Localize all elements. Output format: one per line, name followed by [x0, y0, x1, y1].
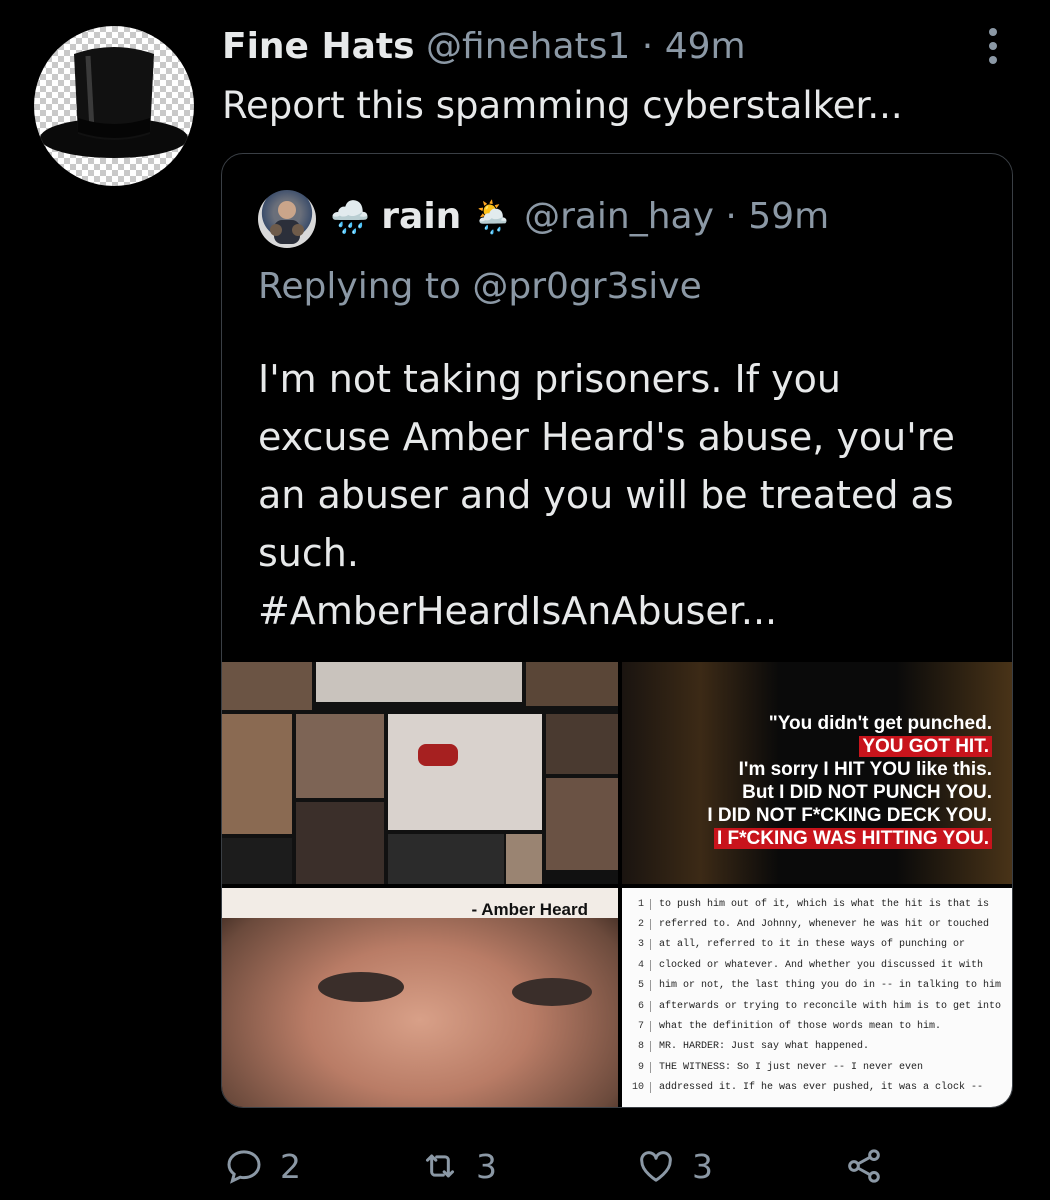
tweet-header: Fine Hats @finehats1 · 49m: [222, 26, 746, 67]
quoted-text-line: excuse Amber Heard's abuse, you're: [258, 415, 955, 459]
transcript-line-text: addressed it. If he was ever pushed, it …: [659, 1082, 984, 1094]
transcript-line-text: referred to. And Johnny, whenever he was…: [659, 919, 990, 931]
quoted-time: 59m: [748, 196, 830, 237]
transcript-line: 9 THE WITNESS: So I just never -- I neve…: [622, 1057, 1012, 1077]
transcript-line: 2 referred to. And Johnny, whenever he wa…: [622, 914, 1012, 934]
quoted-text: I'm not taking prisoners. If you excuse …: [258, 350, 998, 640]
transcript-line-text: MR. HARDER: Just say what happened.: [659, 1041, 870, 1053]
more-icon[interactable]: [980, 24, 1006, 68]
tweet-time[interactable]: 49m: [665, 26, 746, 67]
quoted-author-name: rain: [381, 196, 462, 237]
reply-button[interactable]: 2: [224, 1140, 301, 1192]
transcript-line-text: to push him out of it, which is what the…: [659, 898, 990, 910]
transcript-line-text: afterwards or trying to reconcile with h…: [659, 1000, 1002, 1012]
quoted-text-line: such.: [258, 531, 359, 575]
transcript-line-number: 9: [622, 1061, 651, 1073]
transcript-line: 5 him or not, the last thing you do in --…: [622, 976, 1012, 996]
transcript-line-number: 8: [622, 1041, 651, 1053]
transcript-line: 7 what the definition of those words mean…: [622, 1016, 1012, 1036]
transcript-line-text: clocked or whatever. And whether you dis…: [659, 959, 984, 971]
separator-dot: ·: [641, 26, 654, 67]
like-count: 3: [692, 1146, 713, 1186]
transcript-line-number: 10: [622, 1082, 651, 1094]
sun-rain-cloud-icon: 🌦️: [472, 198, 513, 236]
reply-icon: [227, 1150, 261, 1184]
transcript-line-number: 2: [622, 919, 651, 931]
transcript-line: 3 at all, referred to it in these ways of…: [622, 935, 1012, 955]
retweet-button[interactable]: 3: [420, 1140, 497, 1192]
transcript-line-number: 6: [622, 1000, 651, 1012]
transcript-line-number: 4: [622, 959, 651, 971]
media-image-collage[interactable]: [222, 662, 618, 884]
transcript-line-text: THE WITNESS: So I just never -- I never …: [659, 1061, 924, 1073]
retweet-icon: [426, 1154, 454, 1178]
action-bar: 2 3 3: [224, 1140, 1004, 1192]
transcript-line-text: him or not, the last thing you do in -- …: [659, 980, 1002, 992]
transcript-line-number: 5: [622, 980, 651, 992]
transcript-line-text: at all, referred to it in these ways of …: [659, 939, 966, 951]
transcript-line-number: 7: [622, 1021, 651, 1033]
quoted-text-line: I'm not taking prisoners. If you: [258, 357, 841, 401]
rain-cloud-icon: 🌧️: [330, 198, 370, 236]
media-image-face[interactable]: - Amber Heard: [222, 888, 618, 1107]
transcript-line-number: 3: [622, 939, 651, 951]
transcript-line-text: what the definition of those words mean …: [659, 1021, 942, 1033]
quoted-tweet[interactable]: 🌧️ rain 🌦️ @rain_hay · 59m Replying to @…: [221, 153, 1013, 1108]
transcript-line: 4 clocked or whatever. And whether you di…: [622, 955, 1012, 975]
transcript-line-number: 1: [622, 898, 651, 910]
quoted-header: 🌧️ rain 🌦️ @rain_hay · 59m: [330, 196, 829, 237]
reply-count: 2: [280, 1146, 301, 1186]
transcript-line: 6 afterwards or trying to reconcile with …: [622, 996, 1012, 1016]
heart-icon: [640, 1151, 672, 1182]
media-image-quote-card[interactable]: "You didn't get punched. YOU GOT HIT. I'…: [622, 662, 1012, 884]
like-button[interactable]: 3: [636, 1140, 713, 1192]
share-icon: [848, 1149, 880, 1183]
transcript-line: 10 addressed it. If he was ever pushed, i…: [622, 1078, 1012, 1098]
top-hat-icon: [40, 47, 188, 158]
quoted-text-line: an abuser and you will be treated as: [258, 473, 954, 517]
quote-card-text: "You didn't get punched. YOU GOT HIT. I'…: [707, 713, 992, 849]
hashtag-link[interactable]: #AmberHeardIsAnAbuser...: [258, 582, 998, 640]
author-name[interactable]: Fine Hats: [222, 26, 415, 67]
tweet-text: Report this spamming cyberstalker...: [222, 84, 903, 127]
share-button[interactable]: [844, 1140, 900, 1192]
media-image-transcript[interactable]: 1 to push him out of it, which is what th…: [622, 888, 1012, 1107]
separator-dot: ·: [725, 196, 737, 237]
retweet-count: 3: [476, 1146, 497, 1186]
transcript-line: 1 to push him out of it, which is what th…: [622, 894, 1012, 914]
quoted-author-avatar: [258, 190, 316, 248]
replying-to: Replying to @pr0gr3sive: [258, 266, 702, 307]
author-avatar[interactable]: [34, 26, 194, 186]
transcript-lines: 1 to push him out of it, which is what th…: [622, 894, 1012, 1098]
transcript-line: 8 MR. HARDER: Just say what happened.: [622, 1037, 1012, 1057]
quoted-author-handle: @rain_hay: [524, 196, 714, 237]
author-handle[interactable]: @finehats1: [426, 26, 630, 67]
face-caption: - Amber Heard: [471, 900, 588, 919]
media-grid: "You didn't get punched. YOU GOT HIT. I'…: [222, 662, 1012, 1107]
